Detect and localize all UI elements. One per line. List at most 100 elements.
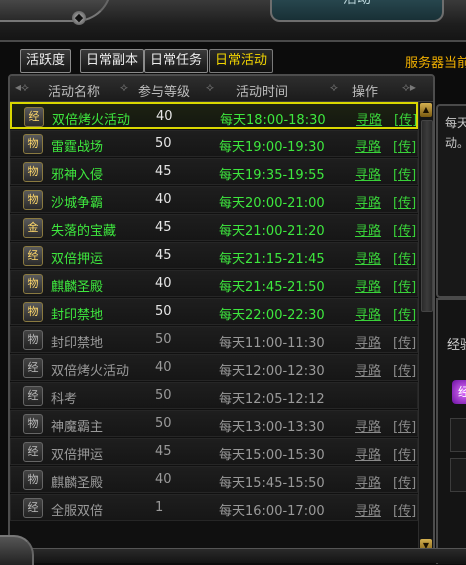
teleport-link[interactable]: [传] bbox=[393, 472, 416, 491]
activity-type-icon: 物 bbox=[23, 162, 43, 182]
teleport-link[interactable]: [传] bbox=[393, 276, 416, 295]
pathfind-link[interactable]: 寻路 bbox=[356, 109, 382, 128]
activity-name: 封印禁地 bbox=[51, 336, 104, 351]
table-row[interactable]: 经双倍烤火活动 40 每天12:00-12:30 寻路 [传] bbox=[10, 354, 418, 381]
activity-type-icon: 经 bbox=[23, 246, 43, 266]
activity-type-icon: 金 bbox=[23, 218, 43, 238]
pathfind-link[interactable]: 寻路 bbox=[355, 444, 381, 463]
activity-detail-panel: 每天 动。 bbox=[436, 104, 466, 298]
activity-type-icon: 物 bbox=[23, 470, 43, 490]
pathfind-link[interactable]: 寻路 bbox=[355, 248, 381, 267]
pathfind-link[interactable]: 寻路 bbox=[355, 136, 381, 155]
teleport-link[interactable]: [传] bbox=[393, 248, 416, 267]
table-row[interactable]: 物神魔霸主 50 每天13:00-13:30 寻路 [传] bbox=[10, 410, 418, 437]
activity-type-icon: 物 bbox=[23, 302, 43, 322]
required-level: 40 bbox=[155, 360, 172, 375]
close-gem-icon[interactable]: ◆ bbox=[72, 11, 86, 25]
exp-reward-icon[interactable]: 经 bbox=[452, 380, 466, 404]
activity-time: 每天21:45-21:50 bbox=[219, 280, 325, 295]
table-row[interactable]: 经双倍押运 45 每天21:15-21:45 寻路 [传] bbox=[10, 242, 418, 269]
activity-rows: 经双倍烤火活动 40 每天18:00-18:30 寻路 [传] 物雷霆战场 50 每天19:0… bbox=[10, 102, 418, 554]
table-row[interactable]: 经科考 50 每天12:05-12:12 bbox=[10, 382, 418, 409]
detail-text-line1: 每天 bbox=[445, 116, 466, 130]
activity-time: 每天11:00-11:30 bbox=[219, 336, 325, 351]
teleport-link[interactable]: [传] bbox=[393, 500, 416, 519]
header-deco-icon: ⟡ bbox=[206, 80, 214, 94]
teleport-link[interactable]: [传] bbox=[393, 164, 416, 183]
teleport-link[interactable]: [传] bbox=[393, 444, 416, 463]
header-deco-icon: ◂⟡ bbox=[15, 80, 29, 94]
required-level: 50 bbox=[155, 388, 172, 403]
header-name: 活动名称 bbox=[48, 85, 101, 100]
scrollbar[interactable]: ▲ ▼ bbox=[418, 102, 433, 554]
teleport-link[interactable]: [传] bbox=[393, 416, 416, 435]
pathfind-link[interactable]: 寻路 bbox=[355, 304, 381, 323]
table-row[interactable]: 物麒麟圣殿 40 每天15:45-15:50 寻路 [传] bbox=[10, 466, 418, 493]
activity-type-icon: 经 bbox=[23, 386, 43, 406]
teleport-link[interactable]: [传] bbox=[393, 332, 416, 351]
header-deco-icon: ⟡▸ bbox=[402, 80, 416, 94]
pathfind-link[interactable]: 寻路 bbox=[355, 500, 381, 519]
table-row[interactable]: 物封印禁地 50 每天11:00-11:30 寻路 [传] bbox=[10, 326, 418, 353]
activity-time: 每天12:00-12:30 bbox=[219, 364, 325, 379]
activity-time: 每天13:00-13:30 bbox=[219, 420, 325, 435]
activity-name: 全服双倍 bbox=[51, 504, 104, 519]
teleport-link[interactable]: [传] bbox=[393, 360, 416, 379]
activity-type-icon: 物 bbox=[23, 414, 43, 434]
required-level: 45 bbox=[155, 164, 172, 179]
teleport-link[interactable]: [传] bbox=[393, 136, 416, 155]
table-row[interactable]: 经全服双倍 1 每天16:00-17:00 寻路 [传] bbox=[10, 494, 418, 521]
table-row[interactable]: 金失落的宝藏 45 每天21:00-21:20 寻路 [传] bbox=[10, 214, 418, 241]
teleport-link[interactable]: [传] bbox=[394, 109, 417, 128]
window-bottom-frame bbox=[0, 535, 466, 565]
activity-list-panel: ◂⟡ 活动名称 ⟡ 参与等级 ⟡ 活动时间 ⟡ 操作 ⟡▸ 经双倍烤火活动 40 每… bbox=[8, 74, 435, 556]
pathfind-link[interactable]: 寻路 bbox=[355, 416, 381, 435]
table-row[interactable]: 物封印禁地 50 每天22:00-22:30 寻路 [传] bbox=[10, 298, 418, 325]
table-row[interactable]: 经双倍烤火活动 40 每天18:00-18:30 寻路 [传] bbox=[10, 102, 418, 129]
scroll-up-icon[interactable]: ▲ bbox=[420, 103, 432, 117]
required-level: 40 bbox=[156, 109, 173, 124]
table-row[interactable]: 物雷霆战场 50 每天19:00-19:30 寻路 [传] bbox=[10, 130, 418, 157]
required-level: 40 bbox=[155, 472, 172, 487]
window-top-frame: ◆ 活动 bbox=[0, 0, 466, 42]
tab-daily-event[interactable]: 日常活动 bbox=[209, 49, 274, 73]
tab-activity[interactable]: 活跃度 bbox=[20, 49, 72, 73]
required-level: 1 bbox=[155, 500, 164, 515]
header-action: 操作 bbox=[352, 85, 379, 100]
pathfind-link[interactable]: 寻路 bbox=[355, 332, 381, 351]
activity-time: 每天21:00-21:20 bbox=[219, 224, 325, 239]
header-level: 参与等级 bbox=[138, 85, 191, 100]
required-level: 50 bbox=[155, 416, 172, 431]
activity-name: 双倍烤火活动 bbox=[51, 364, 130, 379]
tab-daily-quest[interactable]: 日常任务 bbox=[144, 49, 209, 73]
table-header: ◂⟡ 活动名称 ⟡ 参与等级 ⟡ 活动时间 ⟡ 操作 ⟡▸ bbox=[10, 76, 433, 102]
activity-time: 每天15:45-15:50 bbox=[219, 476, 325, 491]
teleport-link[interactable]: [传] bbox=[393, 192, 416, 211]
pathfind-link[interactable]: 寻路 bbox=[355, 360, 381, 379]
activity-type-icon: 经 bbox=[24, 107, 44, 127]
header-deco-icon: ⟡ bbox=[120, 80, 128, 94]
activity-type-icon: 物 bbox=[23, 274, 43, 294]
teleport-link[interactable]: [传] bbox=[393, 220, 416, 239]
table-row[interactable]: 物麒麟圣殿 40 每天21:45-21:50 寻路 [传] bbox=[10, 270, 418, 297]
activity-time: 每天15:00-15:30 bbox=[219, 448, 325, 463]
required-level: 50 bbox=[155, 332, 172, 347]
required-level: 50 bbox=[155, 136, 172, 151]
pathfind-link[interactable]: 寻路 bbox=[355, 192, 381, 211]
table-row[interactable]: 经双倍押运 45 每天15:00-15:30 寻路 [传] bbox=[10, 438, 418, 465]
teleport-link[interactable]: [传] bbox=[393, 304, 416, 323]
activity-name: 邪神入侵 bbox=[51, 168, 104, 183]
pathfind-link[interactable]: 寻路 bbox=[355, 276, 381, 295]
activity-time: 每天20:00-21:00 bbox=[219, 196, 325, 211]
pathfind-link[interactable]: 寻路 bbox=[355, 472, 381, 491]
tab-daily-dungeon[interactable]: 日常副本 bbox=[80, 49, 145, 73]
scroll-thumb[interactable] bbox=[421, 120, 433, 312]
reward-slot[interactable] bbox=[450, 458, 466, 492]
reward-slot[interactable] bbox=[450, 418, 466, 452]
activity-name: 沙城争霸 bbox=[51, 196, 104, 211]
window-title: 活动 bbox=[343, 0, 371, 7]
pathfind-link[interactable]: 寻路 bbox=[355, 164, 381, 183]
table-row[interactable]: 物邪神入侵 45 每天19:35-19:55 寻路 [传] bbox=[10, 158, 418, 185]
table-row[interactable]: 物沙城争霸 40 每天20:00-21:00 寻路 [传] bbox=[10, 186, 418, 213]
pathfind-link[interactable]: 寻路 bbox=[355, 220, 381, 239]
